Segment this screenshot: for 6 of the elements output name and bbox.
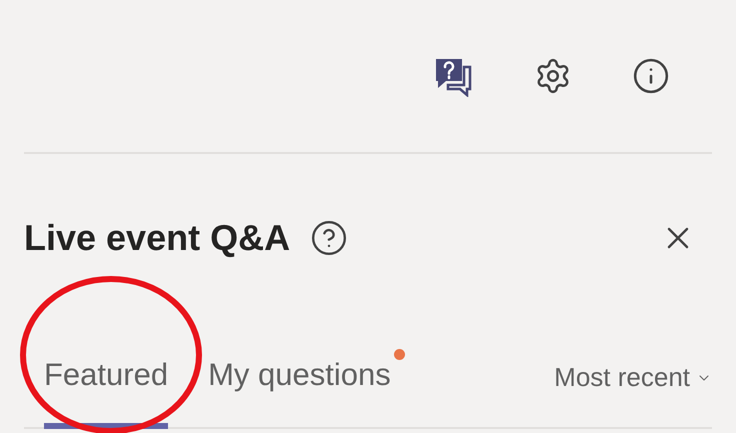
panel-title: Live event Q&A [24, 217, 290, 259]
help-icon[interactable] [310, 219, 348, 257]
sort-dropdown[interactable]: Most recent [554, 362, 712, 427]
tab[interactable]: Featured [44, 357, 168, 429]
tab[interactable]: My questions [208, 357, 391, 429]
info-icon[interactable] [632, 57, 670, 95]
